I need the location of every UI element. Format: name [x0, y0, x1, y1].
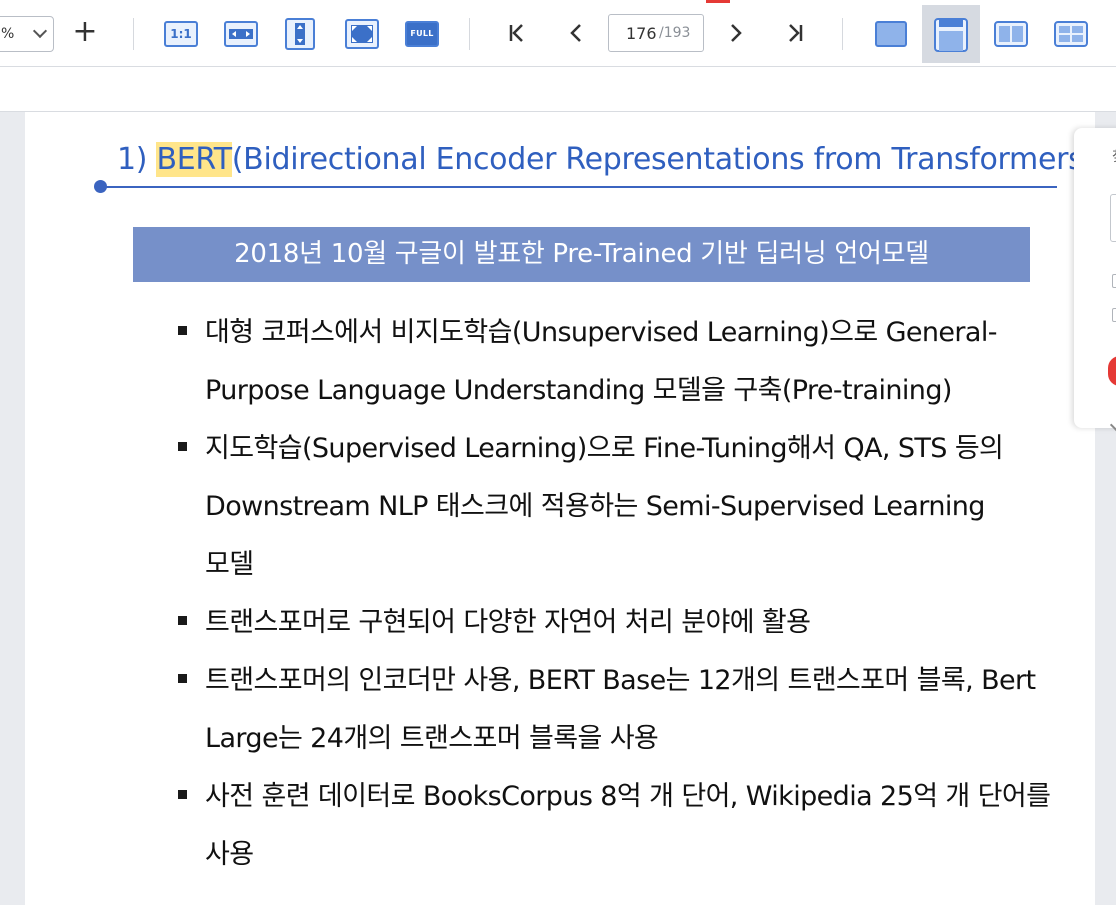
list-item-text: 트랜스포머의 인코더만 사용, BERT Base는 12개의 트랜스포머 블록…	[205, 665, 1036, 754]
search-panel-title: 찾	[1112, 146, 1116, 166]
toolbar-divider	[133, 18, 134, 50]
square-bullet-icon	[178, 790, 187, 799]
list-item-text: 지도학습(Supervised Learning)으로 Fine-Tuning해…	[205, 433, 1004, 580]
list-item: 트랜스포머로 구현되어 다양한 자연어 처리 분야에 활용	[175, 594, 1095, 652]
grid-layout-button[interactable]	[1042, 5, 1100, 63]
last-page-button[interactable]	[778, 15, 812, 51]
grid-view-icon	[1054, 21, 1088, 47]
last-page-icon	[789, 24, 803, 42]
search-input[interactable]	[1110, 194, 1116, 242]
continuous-layout-button[interactable]	[922, 5, 980, 63]
search-highlight: BERT	[156, 142, 232, 177]
fullscreen-label: FULL	[410, 29, 434, 38]
square-bullet-icon	[178, 442, 187, 451]
fit-page-icon	[351, 25, 373, 43]
page-number-input[interactable]: 176 /193	[608, 14, 704, 52]
list-item: 지도학습(Supervised Learning)으로 Fine-Tuning해…	[175, 420, 1095, 594]
actual-size-button[interactable]: 1:1	[164, 21, 198, 47]
chevron-left-icon	[570, 24, 581, 42]
whole-word-checkbox[interactable]	[1112, 308, 1116, 322]
two-page-layout-button[interactable]	[982, 5, 1040, 63]
fit-height-button[interactable]	[285, 18, 315, 50]
single-page-layout-button[interactable]	[862, 5, 920, 63]
search-button[interactable]	[1108, 356, 1116, 386]
toolbar-divider	[469, 18, 470, 50]
chevron-right-icon	[731, 24, 742, 42]
current-page: 176	[626, 24, 657, 43]
list-item-text: 사전 훈련 데이터로 BooksCorpus 8억 개 단어, Wikipedi…	[205, 781, 1051, 870]
fullscreen-button[interactable]: FULL	[405, 21, 439, 47]
first-page-icon	[509, 24, 523, 42]
match-case-checkbox[interactable]	[1112, 274, 1116, 288]
secondary-toolbar	[0, 67, 1116, 112]
chevron-down-icon[interactable]	[1109, 417, 1116, 433]
heading-underline	[101, 186, 1057, 188]
square-bullet-icon	[178, 616, 187, 625]
list-item: 사전 훈련 데이터로 BooksCorpus 8억 개 단어, Wikipedi…	[175, 768, 1095, 884]
fit-page-button[interactable]	[345, 19, 379, 49]
square-bullet-icon	[178, 674, 187, 683]
search-panel: 찾	[1074, 128, 1116, 433]
square-bullet-icon	[178, 326, 187, 335]
bullet-list: 대형 코퍼스에서 비지도학습(Unsupervised Learning)으로 …	[175, 304, 1095, 884]
document-page: 1) BERT(Bidirectional Encoder Representa…	[25, 112, 1095, 905]
continuous-page-icon	[934, 18, 968, 52]
viewer-toolbar: % + 1:1 FULL 176 /193	[0, 0, 1116, 67]
prev-page-button[interactable]	[560, 15, 594, 51]
single-page-icon	[875, 21, 907, 47]
next-page-button[interactable]	[718, 15, 752, 51]
toolbar-divider	[842, 18, 843, 50]
indicator-mark	[706, 0, 730, 3]
zoom-in-button[interactable]: +	[70, 14, 100, 50]
list-item: 대형 코퍼스에서 비지도학습(Unsupervised Learning)으로 …	[175, 304, 1095, 420]
heading-number: 1)	[117, 142, 157, 177]
two-page-icon	[994, 21, 1028, 47]
total-pages: /193	[659, 25, 691, 41]
list-item-text: 트랜스포머로 구현되어 다양한 자연어 처리 분야에 활용	[205, 607, 811, 638]
fit-height-icon	[295, 23, 305, 45]
list-item: 트랜스포머의 인코더만 사용, BERT Base는 12개의 트랜스포머 블록…	[175, 652, 1095, 768]
zoom-value: %	[1, 26, 15, 42]
summary-banner: 2018년 10월 구글이 발표한 Pre-Trained 기반 딥러닝 언어모…	[133, 227, 1030, 282]
list-item-text: 대형 코퍼스에서 비지도학습(Unsupervised Learning)으로 …	[205, 317, 998, 406]
zoom-select[interactable]: %	[0, 16, 54, 52]
section-heading: 1) BERT(Bidirectional Encoder Representa…	[117, 142, 1095, 177]
heading-text: (Bidirectional Encoder Representations f…	[231, 142, 1095, 177]
fit-width-icon	[229, 29, 253, 39]
chevron-down-icon	[32, 23, 48, 39]
first-page-button[interactable]	[500, 15, 534, 51]
fit-width-button[interactable]	[224, 21, 258, 47]
